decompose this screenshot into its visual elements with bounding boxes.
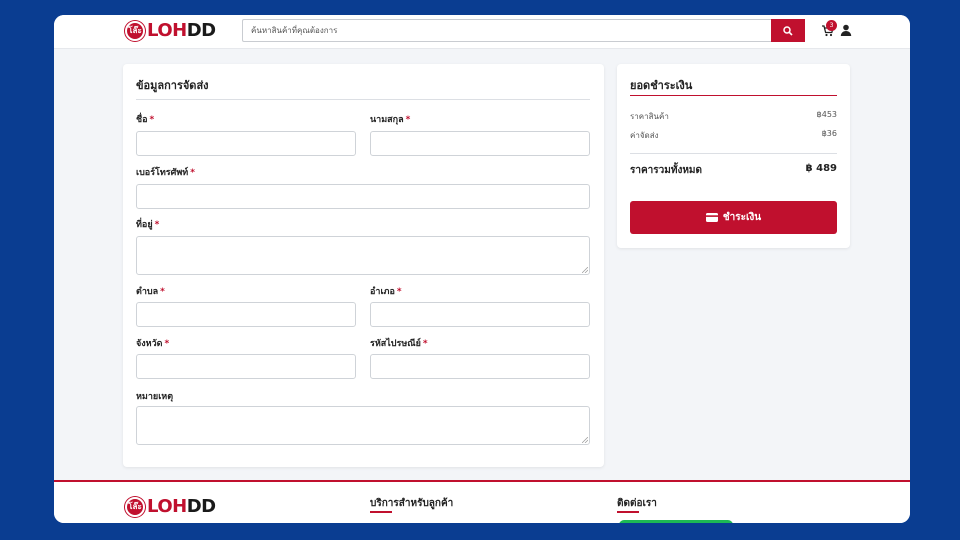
subdistrict-field[interactable] <box>136 302 356 327</box>
search-input[interactable] <box>242 19 771 42</box>
credit-card-icon <box>705 213 718 222</box>
logo-wordmark: LOHDD <box>147 20 216 41</box>
summary-divider <box>630 153 837 154</box>
first-name-label: ชื่อ * <box>136 115 155 125</box>
pay-button[interactable]: ชำระเงิน <box>630 201 837 234</box>
subtotal-label: ราคาสินค้า <box>630 112 669 121</box>
footer-contact-heading: ติดต่อเรา <box>617 498 657 509</box>
postcode-label: รหัสไปรษณีย์ * <box>370 339 428 349</box>
site-footer: โล๊ะ LOHDD บริการสำหรับลูกค้า ติดต่อเรา <box>54 480 910 523</box>
address-field[interactable] <box>136 236 590 275</box>
note-label: หมายเหตุ <box>136 392 174 402</box>
browser-frame: โล๊ะ LOHDD 3 ข้อมูลการจัดส่ง ชื่อ* นามสก… <box>54 15 910 523</box>
subtotal-value: ฿453 <box>816 110 837 119</box>
postcode-field[interactable] <box>370 354 590 379</box>
summary-title-underline <box>630 95 837 96</box>
shipping-fee-value: ฿36 <box>821 129 837 138</box>
total-value: ฿ 489 <box>805 163 837 174</box>
site-header: โล๊ะ LOHDD 3 <box>54 15 910 49</box>
shipping-fee-label: ค่าจัดส่ง <box>630 131 659 140</box>
address-label: ที่อยู่ * <box>136 220 160 230</box>
phone-label: เบอร์โทรศัพท์ * <box>136 168 195 178</box>
district-label: อำเภอ * <box>370 287 402 297</box>
search-bar <box>242 19 805 42</box>
footer-services-underline <box>370 511 392 513</box>
pay-button-label: ชำระเงิน <box>722 212 762 223</box>
title-divider <box>136 99 590 100</box>
phone-field[interactable] <box>136 184 590 209</box>
search-button[interactable] <box>771 19 805 42</box>
site-logo[interactable]: โล๊ะ LOHDD <box>125 20 216 41</box>
note-field[interactable] <box>136 406 590 445</box>
summary-title: ยอดชำระเงิน <box>630 79 693 92</box>
footer-contact-underline <box>617 511 639 513</box>
cart-count-badge: 3 <box>826 20 837 31</box>
last-name-label: นามสกุล * <box>370 115 411 125</box>
shipping-form-card: ข้อมูลการจัดส่ง ชื่อ * นามสกุล * เบอร์โทรศ… <box>123 64 604 467</box>
resize-handle-icon[interactable] <box>582 267 588 273</box>
shipping-title: ข้อมูลการจัดส่ง <box>136 79 209 92</box>
footer-logo[interactable]: โล๊ะ LOHDD <box>125 496 216 517</box>
footer-logo-badge: โล๊ะ <box>125 496 145 517</box>
logo-badge: โล๊ะ <box>125 20 145 41</box>
footer-services-heading: บริการสำหรับลูกค้า <box>370 498 454 509</box>
total-label: ราคารวมทั้งหมด <box>630 165 703 176</box>
last-name-field[interactable] <box>370 131 590 156</box>
province-field[interactable] <box>136 354 356 379</box>
footer-logo-wordmark: LOHDD <box>147 496 216 517</box>
search-icon <box>783 25 793 36</box>
first-name-field[interactable] <box>136 131 356 156</box>
province-label: จังหวัด * <box>136 339 170 349</box>
resize-handle-icon[interactable] <box>582 437 588 443</box>
subdistrict-label: ตำบล * <box>136 287 165 297</box>
district-field[interactable] <box>370 302 590 327</box>
user-icon[interactable] <box>840 24 852 36</box>
payment-summary-card: ยอดชำระเงิน ราคาสินค้า ฿453 ค่าจัดส่ง ฿3… <box>617 64 850 248</box>
footer-contact-button[interactable] <box>619 520 733 523</box>
